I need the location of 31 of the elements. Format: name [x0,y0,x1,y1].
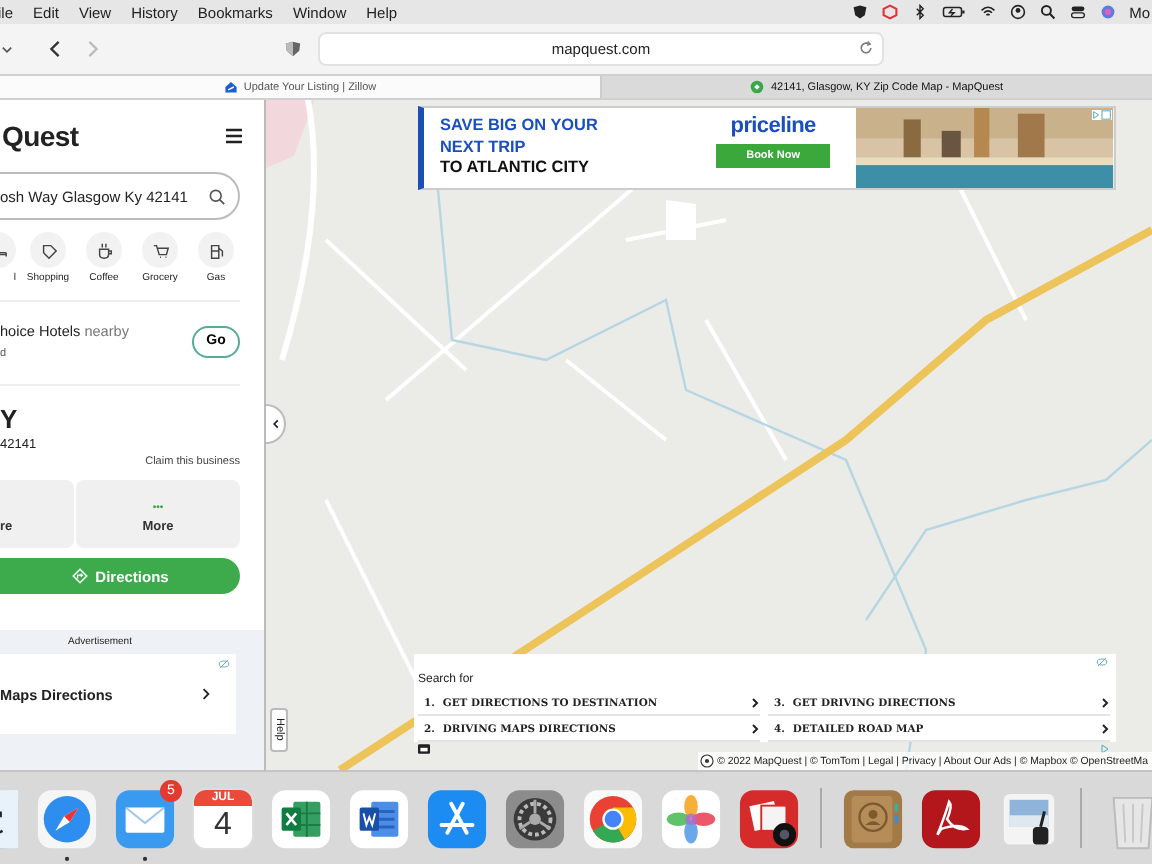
wifi-icon[interactable] [979,4,996,20]
place-name: Y [0,406,20,434]
map-pin-icon [750,80,765,94]
siri-icon[interactable] [1099,4,1116,20]
control-center-icon[interactable] [1069,4,1086,20]
compass-app-icon[interactable] [36,788,98,862]
category-button[interactable] [142,232,178,268]
search-icon[interactable] [1039,4,1056,20]
search-icon[interactable] [208,187,226,205]
directions-icon [71,568,88,584]
cart-icon [151,241,169,259]
logo-text[interactable]: Quest [2,120,79,152]
hexagon-icon[interactable] [881,4,898,20]
category-button[interactable] [30,232,66,268]
user-icon[interactable] [1009,4,1026,20]
chevron-right-icon [200,688,212,700]
cup-icon [95,241,113,259]
tag-icon [39,241,57,259]
calendar-day: 4 [214,806,232,846]
house-icon [223,80,238,94]
chevron-down-icon[interactable] [0,42,14,56]
bluetooth-icon[interactable] [911,4,928,20]
shield-icon[interactable] [851,4,868,20]
category-button[interactable] [198,232,234,268]
fuel-pump-icon [207,241,225,259]
back-icon[interactable] [46,40,64,58]
menu-icon[interactable] [224,126,244,146]
battery-icon[interactable] [941,4,966,20]
reload-icon[interactable] [858,40,874,56]
envelope-app-icon[interactable] [114,788,176,862]
category-button[interactable] [86,232,122,268]
